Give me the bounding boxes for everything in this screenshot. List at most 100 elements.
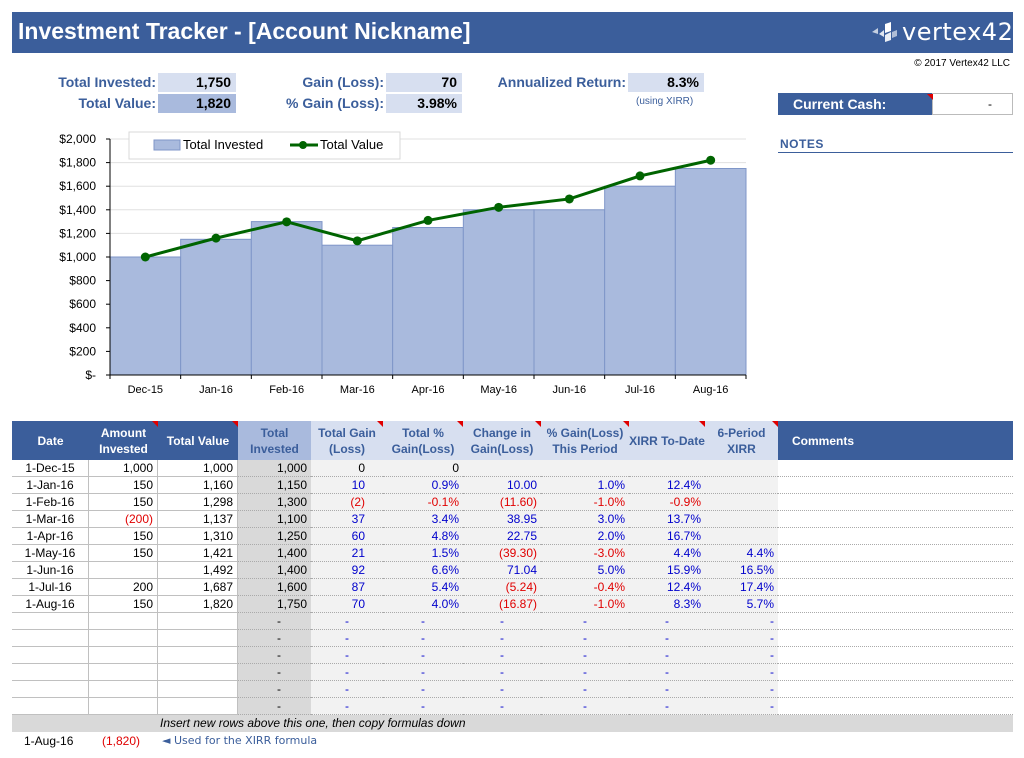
current-cash-input[interactable]: - — [927, 93, 1013, 115]
cell-amount-invested[interactable]: 200 — [89, 579, 158, 596]
cell-xirr-to-date — [629, 460, 705, 477]
table-row: 1-Dec-15 1,000 1,000 1,000 0 0 — [12, 460, 1013, 477]
cell-change-in-gain: (39.30) — [463, 545, 541, 562]
cell-six-period-xirr: 17.4% — [705, 579, 778, 596]
column-header-xirr-to-date[interactable]: XIRR To-Date — [629, 421, 705, 460]
cell-date[interactable] — [12, 698, 89, 715]
cell-amount-invested[interactable] — [89, 630, 158, 647]
cell-amount-invested[interactable]: (200) — [89, 511, 158, 528]
cell-six-period-xirr — [705, 460, 778, 477]
cell-comments[interactable] — [778, 562, 1013, 579]
cell-date[interactable]: 1-Feb-16 — [12, 494, 89, 511]
cell-amount-invested[interactable] — [89, 613, 158, 630]
cell-total-pct-gain: 4.0% — [383, 596, 463, 613]
cell-total-value[interactable]: 1,421 — [158, 545, 238, 562]
cell-total-invested: - — [238, 630, 311, 647]
cell-date[interactable] — [12, 664, 89, 681]
cell-date[interactable] — [12, 647, 89, 664]
column-header-date[interactable]: Date — [12, 421, 89, 460]
cell-total-value[interactable] — [158, 698, 238, 715]
cell-total-invested: - — [238, 664, 311, 681]
cell-total-pct-gain: - — [383, 630, 463, 647]
legend-swatch-total-value-marker — [299, 141, 307, 149]
cell-comments[interactable] — [778, 698, 1013, 715]
column-header-comments[interactable]: Comments — [778, 421, 1013, 460]
logo-text: vertex42 — [902, 18, 1014, 46]
cell-comments[interactable] — [778, 460, 1013, 477]
column-header-total-gain[interactable]: Total Gain (Loss) — [311, 421, 383, 460]
cell-pct-gain-period: 1.0% — [541, 477, 629, 494]
cell-comments[interactable] — [778, 613, 1013, 630]
y-tick-label: $200 — [69, 344, 96, 358]
cell-total-value[interactable] — [158, 630, 238, 647]
cell-amount-invested[interactable]: 150 — [89, 545, 158, 562]
cell-comments[interactable] — [778, 681, 1013, 698]
cell-comments[interactable] — [778, 494, 1013, 511]
cell-comments[interactable] — [778, 630, 1013, 647]
column-header-pct-gain-period[interactable]: % Gain(Loss) This Period — [541, 421, 629, 460]
cell-comments[interactable] — [778, 664, 1013, 681]
cell-total-value[interactable]: 1,687 — [158, 579, 238, 596]
cell-date[interactable]: 1-Jul-16 — [12, 579, 89, 596]
cell-total-value[interactable]: 1,137 — [158, 511, 238, 528]
bar-total-invested-Dec-15 — [109, 256, 182, 376]
x-tick-label: Feb-16 — [269, 384, 304, 396]
cell-date[interactable] — [12, 613, 89, 630]
cell-amount-invested[interactable]: 150 — [89, 596, 158, 613]
total-value-value[interactable]: 1,820 — [158, 94, 236, 113]
cell-comments[interactable] — [778, 545, 1013, 562]
bar-total-invested-Apr-16 — [392, 227, 464, 376]
cell-amount-invested[interactable]: 150 — [89, 477, 158, 494]
cell-amount-invested[interactable]: 150 — [89, 528, 158, 545]
column-header-amount-invested[interactable]: Amount Invested — [89, 421, 158, 460]
cell-date[interactable]: 1-Dec-15 — [12, 460, 89, 477]
total-value-label: Total Value: — [78, 95, 156, 111]
column-header-total-value[interactable]: Total Value — [158, 421, 238, 460]
column-header-six-period-xirr[interactable]: 6-Period XIRR — [705, 421, 778, 460]
cell-date[interactable]: 1-Mar-16 — [12, 511, 89, 528]
cell-date[interactable]: 1-Apr-16 — [12, 528, 89, 545]
cell-amount-invested[interactable] — [89, 664, 158, 681]
column-header-total-invested[interactable]: Total Invested — [238, 421, 311, 460]
cell-total-value[interactable]: 1,298 — [158, 494, 238, 511]
cell-total-value[interactable]: 1,492 — [158, 562, 238, 579]
comment-indicator-icon[interactable] — [927, 94, 933, 100]
cell-comments[interactable] — [778, 511, 1013, 528]
cell-comments[interactable] — [778, 647, 1013, 664]
cell-comments[interactable] — [778, 596, 1013, 613]
cell-amount-invested[interactable] — [89, 562, 158, 579]
cell-comments[interactable] — [778, 579, 1013, 596]
column-header-change-in-gain[interactable]: Change in Gain(Loss) — [463, 421, 541, 460]
cell-date[interactable]: 1-Aug-16 — [12, 596, 89, 613]
cell-total-value[interactable] — [158, 613, 238, 630]
cell-amount-invested[interactable] — [89, 698, 158, 715]
cell-total-pct-gain: -0.1% — [383, 494, 463, 511]
cell-amount-invested[interactable] — [89, 681, 158, 698]
cell-date[interactable] — [12, 630, 89, 647]
cell-total-value[interactable] — [158, 647, 238, 664]
cell-total-value[interactable]: 1,160 — [158, 477, 238, 494]
table-header: Date Amount Invested Total Value Total Inve… — [12, 421, 1013, 460]
point-total-value-Mar-16 — [352, 236, 362, 246]
y-tick-label: $600 — [69, 297, 96, 311]
cell-date[interactable]: 1-Jun-16 — [12, 562, 89, 579]
cell-total-value[interactable] — [158, 681, 238, 698]
cell-date[interactable]: 1-May-16 — [12, 545, 89, 562]
cell-date[interactable]: 1-Jan-16 — [12, 477, 89, 494]
pct-gain-value[interactable]: 3.98% — [386, 94, 462, 113]
gain-value[interactable]: 70 — [386, 73, 462, 92]
cell-pct-gain-period: -0.4% — [541, 579, 629, 596]
column-header-total-pct-gain[interactable]: Total % Gain(Loss) — [383, 421, 463, 460]
cell-amount-invested[interactable]: 1,000 — [89, 460, 158, 477]
cell-total-value[interactable]: 1,820 — [158, 596, 238, 613]
cell-date[interactable] — [12, 681, 89, 698]
total-invested-value[interactable]: 1,750 — [158, 73, 236, 92]
cell-total-value[interactable]: 1,000 — [158, 460, 238, 477]
cell-comments[interactable] — [778, 477, 1013, 494]
cell-total-value[interactable]: 1,310 — [158, 528, 238, 545]
cell-comments[interactable] — [778, 528, 1013, 545]
cell-amount-invested[interactable]: 150 — [89, 494, 158, 511]
cell-amount-invested[interactable] — [89, 647, 158, 664]
annualized-return-value[interactable]: 8.3% — [628, 73, 704, 92]
cell-total-value[interactable] — [158, 664, 238, 681]
